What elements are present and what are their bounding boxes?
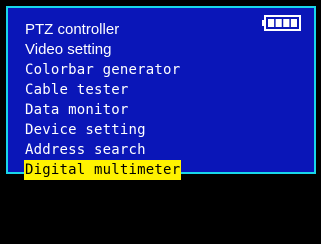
battery-icon — [262, 15, 301, 31]
menu-item-device-setting[interactable]: Device setting — [24, 119, 244, 139]
menu-item-label: Cable tester — [25, 82, 129, 98]
menu-screen: PTZ controller Video setting Colorbar ge… — [6, 6, 316, 180]
menu-item-digital-multimeter[interactable]: Digital multimeter — [24, 159, 244, 180]
menu-item-ptz-controller[interactable]: PTZ controller — [24, 19, 244, 39]
battery-bar — [283, 19, 290, 27]
menu-item-label: Digital multimeter — [24, 160, 182, 180]
main-menu: PTZ controller Video setting Colorbar ge… — [24, 19, 244, 180]
menu-item-address-search[interactable]: Address search — [24, 139, 244, 159]
menu-item-label: Device setting — [25, 122, 146, 138]
menu-item-colorbar-generator[interactable]: Colorbar generator — [24, 59, 244, 79]
menu-item-label: Colorbar generator — [25, 62, 181, 78]
battery-bar — [275, 19, 282, 27]
menu-item-label: Video setting — [25, 41, 112, 58]
battery-bar — [290, 19, 297, 27]
menu-item-label: Data monitor — [25, 102, 129, 118]
menu-item-label: Address search — [25, 142, 146, 158]
menu-item-data-monitor[interactable]: Data monitor — [24, 99, 244, 119]
menu-item-video-setting[interactable]: Video setting — [24, 39, 244, 59]
battery-bar — [268, 19, 275, 27]
menu-item-cable-tester[interactable]: Cable tester — [24, 79, 244, 99]
menu-item-label: PTZ controller — [25, 21, 120, 38]
